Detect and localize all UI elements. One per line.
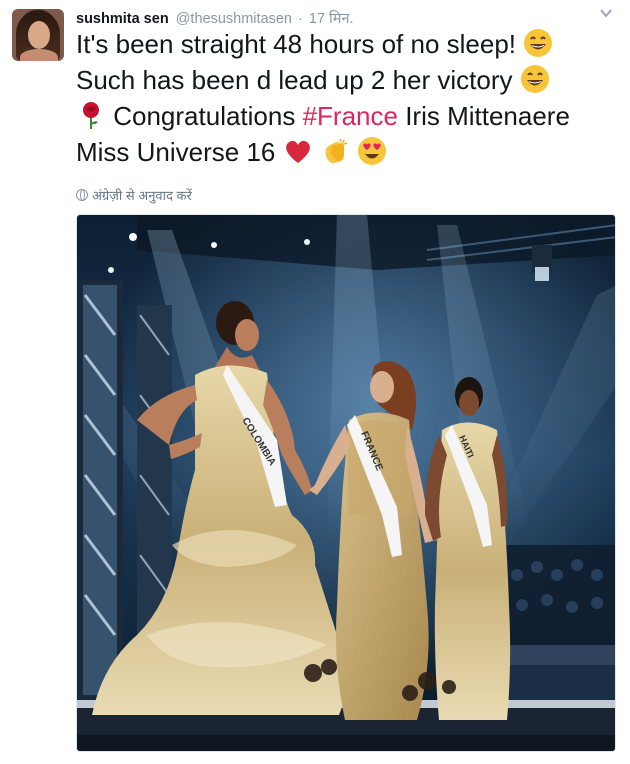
tweet-text: It's been straight 48 hours of no sleep!… [76, 26, 616, 170]
tweet-photo[interactable]: COLOMBIA FRANCE HAITI [76, 214, 616, 752]
chevron-down-icon[interactable] [596, 6, 616, 26]
avatar-shoulder [20, 49, 58, 61]
tweet-line-4: Miss Universe 16 [76, 134, 616, 170]
translate-link[interactable]: अंग्रेज़ी से अनुवाद करें [76, 186, 192, 204]
rose-icon [76, 100, 106, 130]
globe-icon [76, 189, 88, 201]
header-separator: · [298, 11, 303, 27]
tweet-line-2-text: Such has been d lead up 2 her victory [76, 65, 513, 95]
tweet-line-3: Congratulations #France Iris Mittenaere [76, 98, 616, 134]
heart-eyes-face-icon [357, 136, 387, 166]
tweet-line-3-tail: Iris Mittenaere [397, 101, 570, 131]
tweet-line-2: Such has been d lead up 2 her victory [76, 62, 616, 98]
tweet-line-3-text: Congratulations [113, 101, 303, 131]
grinning-face-icon [523, 28, 553, 58]
avatar[interactable] [12, 9, 64, 61]
translate-label: अंग्रेज़ी से अनुवाद करें [92, 188, 192, 203]
author-name[interactable]: sushmita sen [76, 11, 169, 27]
clapping-hands-icon [320, 136, 350, 166]
author-handle[interactable]: @thesushmitasen [176, 11, 292, 27]
hashtag-france[interactable]: #France [303, 101, 398, 131]
tweet-line-1: It's been straight 48 hours of no sleep! [76, 26, 616, 62]
tweet-line-1-text: It's been straight 48 hours of no sleep! [76, 29, 517, 59]
red-heart-icon [283, 136, 313, 166]
tweet-card: sushmita sen @thesushmitasen · 17 मिन. I… [0, 0, 630, 764]
tweet-timestamp[interactable]: 17 मिन. [309, 11, 354, 27]
grinning-face-icon [520, 64, 550, 94]
tweet-line-4-text: Miss Universe 16 [76, 137, 276, 167]
avatar-face [28, 21, 50, 49]
tweet-header: sushmita sen @thesushmitasen · 17 मिन. [76, 8, 616, 28]
stage-photo: COLOMBIA FRANCE HAITI [77, 215, 615, 751]
